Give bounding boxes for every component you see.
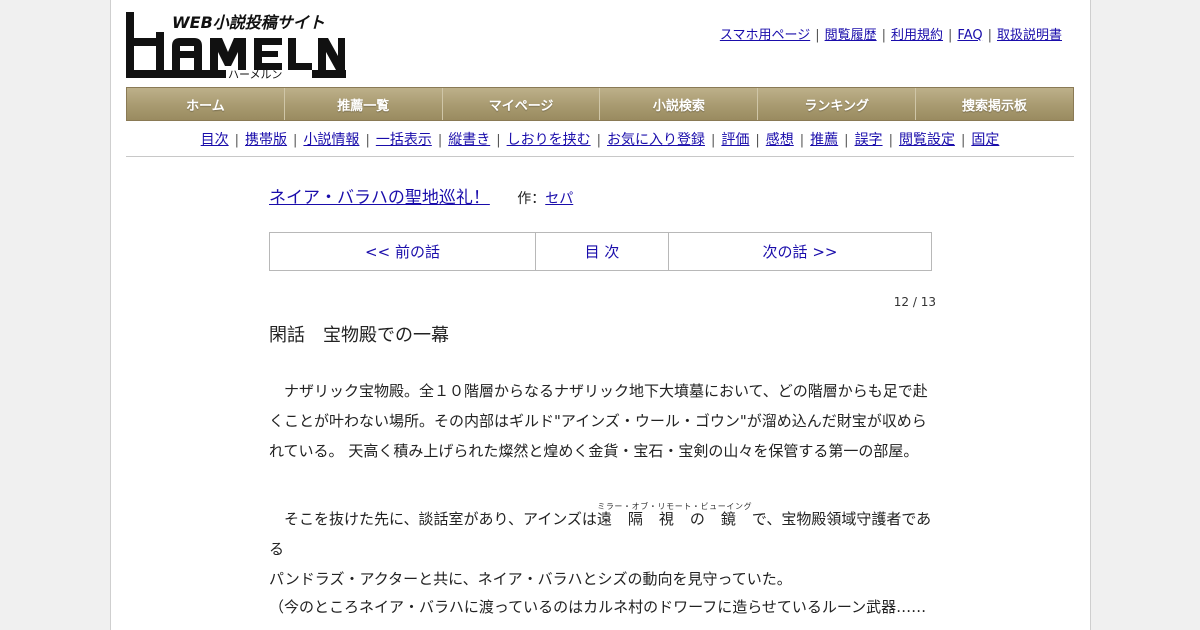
separator: | <box>293 133 298 148</box>
hameln-logo[interactable]: WEB小説投稿サイト ハーメルン <box>126 10 346 80</box>
separator: | <box>960 133 966 148</box>
prev-episode-link[interactable]: << 前の話 <box>270 233 536 270</box>
subnav-view-settings[interactable]: 閲覧設定 <box>899 132 955 148</box>
subnav-toc[interactable]: 目次 <box>201 132 229 148</box>
separator: | <box>888 133 893 148</box>
separator: | <box>799 133 805 148</box>
divider <box>126 156 1074 157</box>
text-line: れている。 天高く積み上げられた燦然と煌めく金貨・宝石・宝剣の山々を保管する第一… <box>269 442 919 460</box>
toplink-terms[interactable]: 利用規約 <box>891 28 943 43</box>
subnav-pin[interactable]: 固定 <box>971 132 999 148</box>
paragraph: （今のところネイア・バラハに渡っているのはカルネ村のドワーフに造らせているルーン… <box>269 592 934 622</box>
separator: | <box>987 28 992 43</box>
nav-novel-search[interactable]: 小説検索 <box>600 88 759 120</box>
paragraph: そこを抜けた先に、談話室があり、アインズは遠隔視の鏡ミラー・オブ・リモート・ビュ… <box>269 502 934 594</box>
subnav-mobile[interactable]: 携帯版 <box>245 132 287 148</box>
text-segment: そこを抜けた先に、談話室があり、アインズは <box>269 510 597 528</box>
separator: | <box>815 28 820 43</box>
separator: | <box>881 28 886 43</box>
subnav-vertical[interactable]: 縦書き <box>448 132 490 148</box>
chapter-title: 閑話 宝物殿での一幕 <box>269 325 449 346</box>
separator: | <box>844 133 849 148</box>
nav-ranking[interactable]: ランキング <box>758 88 917 120</box>
logo-kana: ハーメルン <box>228 68 282 80</box>
separator: | <box>755 133 760 148</box>
page: WEB小説投稿サイト ハーメルン スマホ用ページ | 閲覧履歴 | 利用規約 | FAQ | 取… <box>110 0 1091 630</box>
separator: | <box>365 133 370 148</box>
subnav-novel-info[interactable]: 小説情報 <box>303 132 359 148</box>
novel-header: ネイア・バラハの聖地巡礼！ 作：セパ <box>269 183 934 213</box>
separator: | <box>437 133 443 148</box>
logo-tagline: WEB小説投稿サイト <box>172 13 325 32</box>
toc-link[interactable]: 目 次 <box>536 233 669 270</box>
main-nav: ホーム 推薦一覧 マイページ 小説検索 ランキング 捜索掲示板 <box>126 87 1074 121</box>
author-label: 作： <box>517 191 546 207</box>
nav-recommend-list[interactable]: 推薦一覧 <box>284 88 443 120</box>
separator: | <box>596 133 601 148</box>
text-line: そこを抜けた先に、談話室があり、アインズは遠隔視の鏡ミラー・オブ・リモート・ビュ… <box>269 502 934 564</box>
top-links: スマホ用ページ | 閲覧履歴 | 利用規約 | FAQ | 取扱説明書 <box>720 24 1062 43</box>
episode-counter: 12 / 13 <box>893 295 936 309</box>
separator: | <box>948 28 953 43</box>
text-line: パンドラズ・アクターと共に、ネイア・バラハとシズの動向を見守っていた。 <box>269 570 792 588</box>
toplink-faq[interactable]: FAQ <box>957 28 982 43</box>
novel-content: ネイア・バラハの聖地巡礼！ 作：セパ << 前の話 目 次 次の話 >> 12 … <box>269 183 936 616</box>
subnav-show-all[interactable]: 一括表示 <box>376 132 432 148</box>
text-line: （今のところネイア・バラハに渡っているのはカルネ村のドワーフに造らせているルーン… <box>269 598 927 616</box>
nav-search-board[interactable]: 捜索掲示板 <box>916 88 1073 120</box>
nav-mypage[interactable]: マイページ <box>442 88 601 120</box>
novel-title-link[interactable]: ネイア・バラハの聖地巡礼！ <box>269 188 490 208</box>
toplink-history[interactable]: 閲覧履歴 <box>825 28 877 43</box>
text-line: くことが叶わない場所。その内部はギルド"アインズ・ウール・ゴウン"が溜め込んだ財… <box>269 412 927 430</box>
ruby-base: 遠隔視の鏡 <box>596 510 752 528</box>
toplink-manual[interactable]: 取扱説明書 <box>997 28 1062 43</box>
paragraph: ナザリック宝物殿。全１０階層からなるナザリック地下大墳墓において、どの階層からも… <box>269 376 934 466</box>
toplink-smartphone[interactable]: スマホ用ページ <box>720 28 810 43</box>
subnav-rating[interactable]: 評価 <box>721 132 749 148</box>
subnav-bookmark[interactable]: しおりを挟む <box>507 132 591 148</box>
next-episode-link[interactable]: 次の話 >> <box>669 233 931 270</box>
ruby-reading: ミラー・オブ・リモート・ビューイング <box>596 502 752 511</box>
author-link[interactable]: セパ <box>545 191 573 207</box>
separator: | <box>234 133 240 148</box>
separator: | <box>496 133 501 148</box>
sub-nav: 目次 | 携帯版 | 小説情報 | 一括表示 | 縦書き | しおりを挟む | お気に入り登録 | 評価 | 感… <box>126 129 1074 149</box>
subnav-favorite[interactable]: お気に入り登録 <box>607 132 705 148</box>
nav-home[interactable]: ホーム <box>127 88 285 120</box>
separator: | <box>711 133 716 148</box>
subnav-review[interactable]: 感想 <box>766 132 794 148</box>
ruby-text: 遠隔視の鏡ミラー・オブ・リモート・ビューイング <box>596 502 752 528</box>
text-line: ナザリック宝物殿。全１０階層からなるナザリック地下大墳墓において、どの階層からも… <box>269 382 928 400</box>
subnav-recommend[interactable]: 推薦 <box>810 132 838 148</box>
episode-pager: << 前の話 目 次 次の話 >> <box>269 232 932 271</box>
subnav-typo[interactable]: 誤字 <box>855 132 883 148</box>
